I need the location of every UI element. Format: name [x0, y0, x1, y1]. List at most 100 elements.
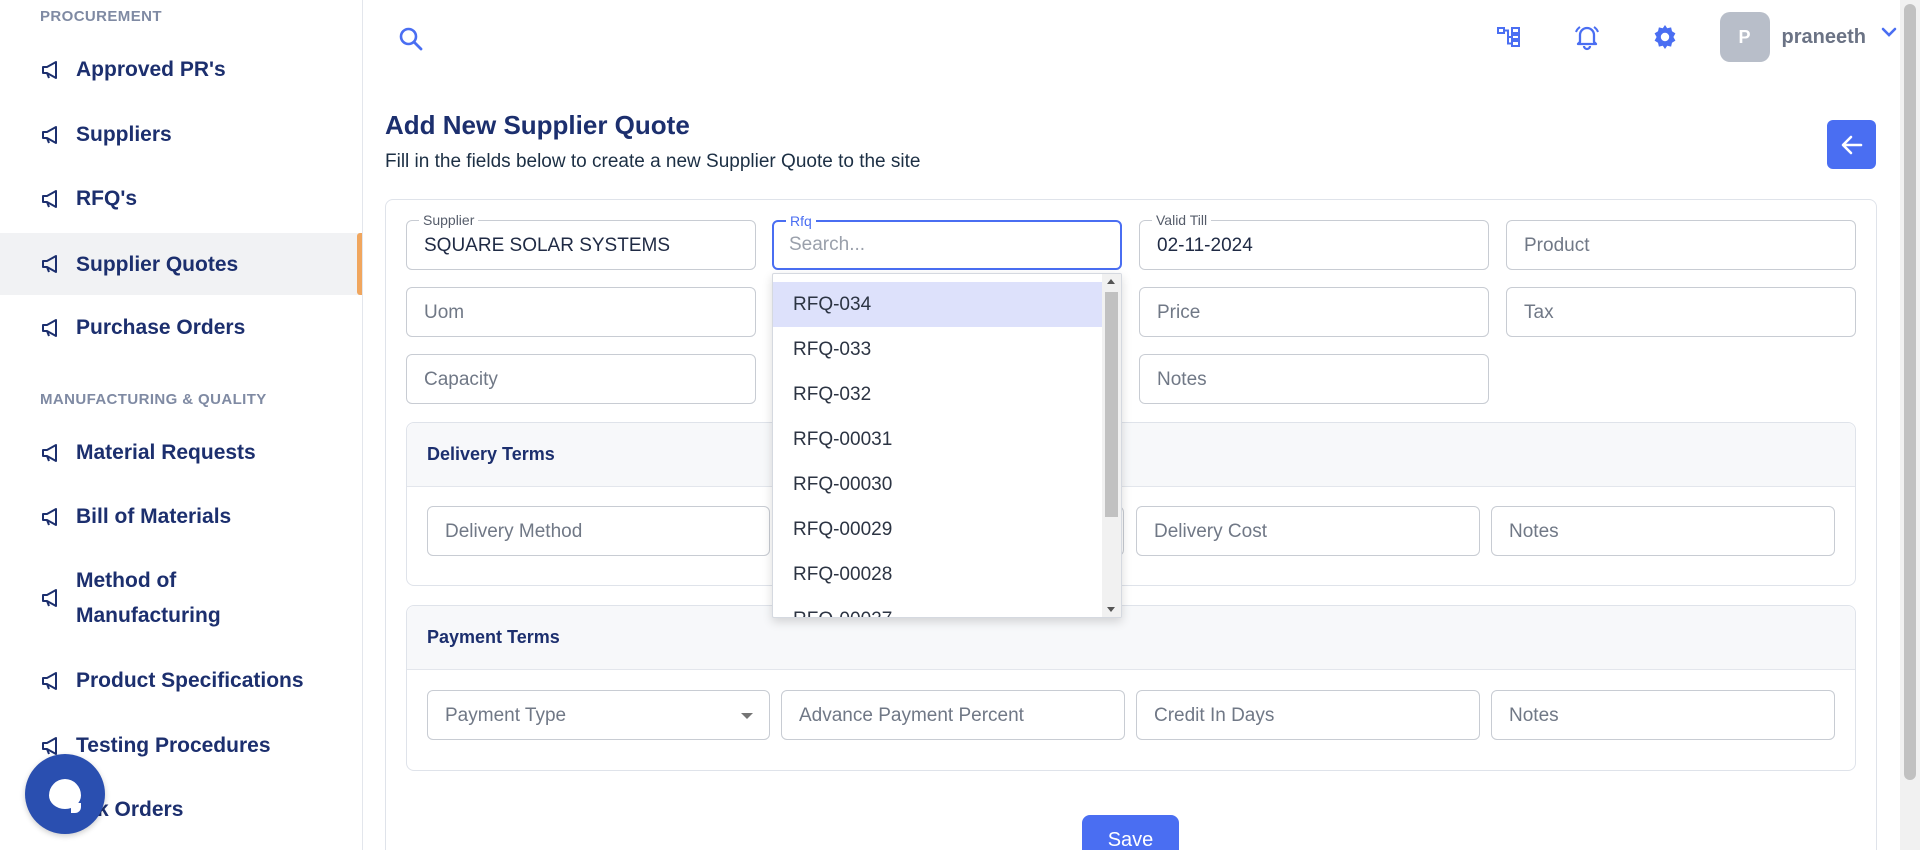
sidebar-item-approved-prs[interactable]: Approved PR's — [0, 52, 362, 87]
sidebar-item-material-requests[interactable]: Material Requests — [0, 435, 362, 470]
megaphone-icon — [40, 316, 64, 340]
sidebar-item-label: Material Requests — [76, 441, 256, 464]
back-button[interactable] — [1827, 120, 1876, 169]
advance-payment-percent-placeholder: Advance Payment Percent — [799, 705, 1024, 726]
uom-placeholder: Uom — [424, 302, 465, 323]
tax-field[interactable]: Tax — [1506, 287, 1856, 337]
rfq-field[interactable]: Rfq — [772, 212, 1122, 270]
megaphone-icon — [40, 252, 64, 276]
rfq-option-list: RFQ-034 RFQ-033 RFQ-032 RFQ-00031 RFQ-00… — [773, 282, 1103, 618]
delivery-notes-placeholder: Notes — [1509, 521, 1559, 542]
capacity-placeholder: Capacity — [424, 369, 498, 390]
sidebar-item-label: Testing Procedures — [76, 734, 271, 757]
payment-type-placeholder: Payment Type — [445, 705, 567, 726]
megaphone-icon — [40, 441, 64, 465]
arrow-left-icon — [1841, 135, 1862, 154]
uom-field[interactable]: Uom — [406, 287, 756, 337]
capacity-field[interactable]: Capacity — [406, 354, 756, 404]
sidebar-item-label: RFQ's — [76, 187, 138, 210]
bell-icon[interactable] — [1572, 22, 1602, 52]
megaphone-icon — [40, 187, 64, 211]
sidebar-item-rfqs[interactable]: RFQ's — [0, 181, 362, 216]
rfq-option[interactable]: RFQ-034 — [773, 282, 1103, 327]
payment-terms-title: Payment Terms — [407, 606, 1855, 670]
page-title: Add New Supplier Quote — [385, 110, 690, 140]
label-line-1: Method of — [76, 569, 177, 592]
rfq-option[interactable]: RFQ-00028 — [773, 552, 1103, 597]
header-actions: P praneeth — [1494, 12, 1900, 62]
sidebar-item-label: Product Specifications — [76, 669, 304, 692]
rfq-dropdown: RFQ-034 RFQ-033 RFQ-032 RFQ-00031 RFQ-00… — [772, 273, 1122, 618]
price-field[interactable]: Price — [1139, 287, 1489, 337]
notes-placeholder: Notes — [1157, 369, 1207, 390]
rfq-dropdown-scrollbar[interactable] — [1102, 274, 1121, 617]
delivery-terms-panel: Delivery Terms — [406, 422, 1856, 586]
rfq-search-input[interactable] — [789, 234, 1089, 256]
notes-field[interactable]: Notes — [1139, 354, 1489, 404]
sidebar-item-suppliers[interactable]: Suppliers — [0, 117, 362, 152]
caret-down-icon — [741, 713, 753, 719]
payment-terms-panel: Payment Terms — [406, 605, 1856, 771]
rfq-option[interactable]: RFQ-00031 — [773, 417, 1103, 462]
payment-notes-field[interactable]: Notes — [1491, 690, 1835, 740]
sidebar-item-bill-of-materials[interactable]: Bill of Materials — [0, 499, 362, 534]
delivery-cost-placeholder: Delivery Cost — [1154, 521, 1267, 542]
megaphone-icon — [40, 669, 64, 693]
username[interactable]: praneeth — [1782, 26, 1866, 49]
chat-bubble-icon — [49, 779, 81, 813]
scroll-down-icon[interactable] — [1107, 607, 1115, 612]
delivery-method-placeholder: Delivery Method — [445, 521, 583, 542]
supplier-field[interactable]: Supplier SQUARE SOLAR SYSTEMS — [406, 211, 756, 270]
product-field[interactable]: Product — [1506, 220, 1856, 270]
page-scrollbar[interactable] — [1900, 0, 1920, 850]
sidebar-item-label: Method of Manufacturing — [76, 563, 221, 633]
rfq-option[interactable]: RFQ-00029 — [773, 507, 1103, 552]
page-subtitle: Fill in the fields below to create a new… — [385, 151, 921, 172]
sidebar-item-label: Bill of Materials — [76, 505, 232, 528]
price-placeholder: Price — [1157, 302, 1201, 323]
valid-till-label: Valid Till — [1152, 211, 1212, 229]
supplier-value: SQUARE SOLAR SYSTEMS — [424, 235, 671, 256]
chevron-down-icon[interactable] — [1878, 21, 1900, 43]
top-header: P praneeth — [364, 0, 1900, 80]
sidebar-item-label: Purchase Orders — [76, 316, 246, 339]
scroll-up-icon[interactable] — [1107, 279, 1115, 284]
avatar[interactable]: P — [1719, 12, 1770, 62]
sidebar-item-method-of-manufacturing[interactable]: Method of Manufacturing — [0, 563, 362, 633]
scrollbar-thumb[interactable] — [1105, 292, 1118, 517]
credit-in-days-field[interactable]: Credit In Days — [1136, 690, 1480, 740]
rfq-option[interactable]: RFQ-033 — [773, 327, 1103, 372]
payment-type-select[interactable]: Payment Type — [427, 690, 770, 740]
valid-till-value: 02-11-2024 — [1157, 235, 1253, 256]
scrollbar-thumb[interactable] — [1904, 4, 1916, 780]
tax-placeholder: Tax — [1524, 302, 1554, 323]
gear-icon[interactable] — [1650, 22, 1680, 52]
delivery-cost-field[interactable]: Delivery Cost — [1136, 506, 1480, 556]
hierarchy-icon[interactable] — [1494, 22, 1524, 52]
rfq-option[interactable]: RFQ-00030 — [773, 462, 1103, 507]
advance-payment-percent-field[interactable]: Advance Payment Percent — [781, 690, 1125, 740]
megaphone-icon — [40, 505, 64, 529]
sidebar-item-label: Suppliers — [76, 123, 172, 146]
supplier-label: Supplier — [419, 211, 479, 229]
sidebar-item-label: Supplier Quotes — [76, 252, 239, 276]
sidebar-section-procurement: PROCUREMENT — [40, 8, 162, 25]
save-button[interactable]: Save — [1082, 815, 1179, 850]
delivery-method-field[interactable]: Delivery Method — [427, 506, 770, 556]
delivery-terms-title: Delivery Terms — [407, 423, 1855, 487]
sidebar-section-manufacturing-quality: MANUFACTURING & QUALITY — [40, 391, 267, 408]
sidebar-item-purchase-orders[interactable]: Purchase Orders — [0, 310, 362, 345]
sidebar-item-supplier-quotes[interactable]: Supplier Quotes — [0, 233, 362, 295]
sidebar-item-product-specifications[interactable]: Product Specifications — [0, 663, 362, 698]
label-line-2: Manufacturing — [76, 604, 221, 627]
rfq-option[interactable]: RFQ-00027 — [773, 597, 1103, 618]
rfq-option[interactable]: RFQ-032 — [773, 372, 1103, 417]
valid-till-field[interactable]: Valid Till 02-11-2024 — [1139, 211, 1489, 270]
payment-notes-placeholder: Notes — [1509, 705, 1559, 726]
credit-in-days-placeholder: Credit In Days — [1154, 705, 1275, 726]
search-icon[interactable] — [398, 26, 424, 57]
delivery-notes-field[interactable]: Notes — [1491, 506, 1835, 556]
chat-launcher-button[interactable] — [25, 754, 105, 834]
megaphone-icon — [40, 58, 64, 82]
product-placeholder: Product — [1524, 235, 1590, 256]
